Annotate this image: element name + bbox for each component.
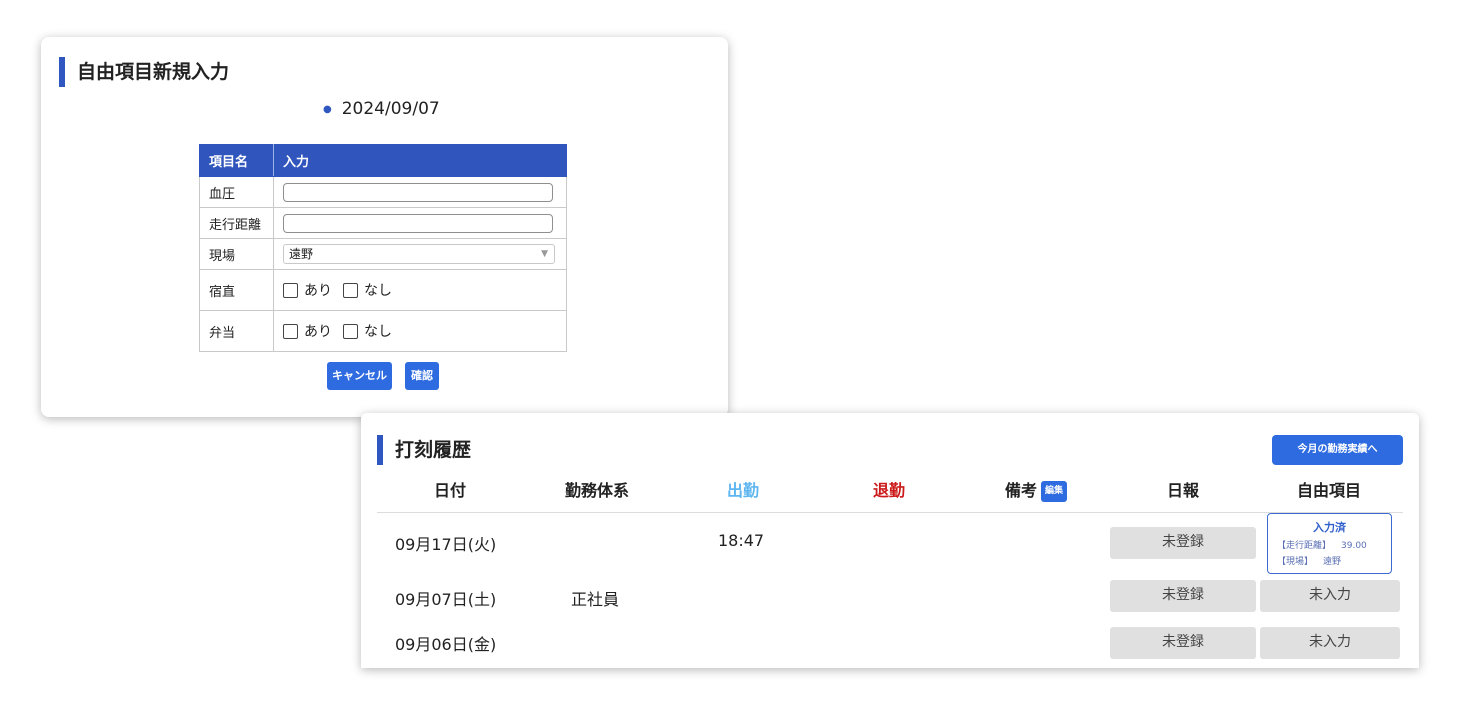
row1-clock-in: 18:47 xyxy=(718,531,765,550)
form-title: 自由項目新規入力 xyxy=(59,57,229,87)
lunch-no-checkbox[interactable] xyxy=(343,323,358,339)
detail-label: 【走行距離】 xyxy=(1277,541,1332,551)
lunch-options: あり なし xyxy=(283,321,557,341)
header-input: 入力 xyxy=(273,144,567,177)
free-items-status: 入力済 xyxy=(1313,521,1346,534)
detail-value: 39.00 xyxy=(1341,541,1367,551)
table-row: 血圧 xyxy=(199,176,567,208)
confirm-button[interactable]: 確認 xyxy=(405,362,439,390)
lunch-yes-checkbox[interactable] xyxy=(283,323,298,339)
free-item-table: 項目名 入力 血圧 走行距離 現場 遠野 ▼ 宿直 あり なし 弁当 あり なし xyxy=(199,144,567,352)
checkbox-label: あり xyxy=(304,283,332,299)
row1-daily-report-button[interactable]: 未登録 xyxy=(1110,527,1256,559)
header-item-name: 項目名 xyxy=(199,144,274,177)
free-item-form-card: 自由項目新規入力 ● 2024/09/07 項目名 入力 血圧 走行距離 現場 遠… xyxy=(41,37,728,417)
night-duty-options: あり なし xyxy=(283,280,557,300)
table-row: 走行距離 xyxy=(199,207,567,239)
row2-free-items-button[interactable]: 未入力 xyxy=(1260,580,1400,612)
monthly-record-button[interactable]: 今月の勤務実績へ xyxy=(1272,435,1403,465)
row2-work-type: 正社員 xyxy=(571,590,620,609)
edit-remarks-button[interactable]: 編集 xyxy=(1041,481,1068,502)
header-clock-in: 出勤 xyxy=(726,481,760,500)
header-clock-out: 退勤 xyxy=(872,481,906,500)
header-date: 日付 xyxy=(433,481,467,500)
header-daily-report: 日報 xyxy=(1166,481,1200,500)
night-duty-no-checkbox[interactable] xyxy=(343,282,358,298)
header-remarks: 備考 編集 xyxy=(1004,477,1068,502)
table-row: 現場 遠野 ▼ xyxy=(199,238,567,270)
form-date-value: 2024/09/07 xyxy=(341,99,440,119)
distance-input[interactable] xyxy=(283,213,553,233)
checkbox-label: なし xyxy=(364,324,392,340)
bullet-icon: ● xyxy=(323,103,332,115)
row3-free-items-button[interactable]: 未入力 xyxy=(1260,627,1400,659)
row-label-site: 現場 xyxy=(199,238,274,270)
detail-value: 遠野 xyxy=(1323,557,1342,567)
row2-date: 09月07日(土) xyxy=(395,590,497,609)
detail-label: 【現場】 xyxy=(1277,557,1314,567)
row2-daily-report-button[interactable]: 未登録 xyxy=(1110,580,1256,612)
row3-daily-report-button[interactable]: 未登録 xyxy=(1110,627,1256,659)
row-label-blood-pressure: 血圧 xyxy=(199,176,274,208)
history-title: 打刻履歴 xyxy=(377,435,471,465)
chevron-down-icon: ▼ xyxy=(541,249,548,259)
table-row: 宿直 あり なし xyxy=(199,269,567,311)
header-free-items: 自由項目 xyxy=(1296,481,1362,500)
blood-pressure-input[interactable] xyxy=(283,182,553,202)
header-work-type: 勤務体系 xyxy=(564,481,630,500)
free-item-detail: 【走行距離】 39.00 xyxy=(1268,538,1391,551)
night-duty-yes-checkbox[interactable] xyxy=(283,282,298,298)
row3-date: 09月06日(金) xyxy=(395,635,497,654)
header-remarks-label: 備考 xyxy=(1004,481,1037,500)
checkbox-label: なし xyxy=(364,283,392,299)
stamp-history-card: 打刻履歴 今月の勤務実績へ 日付 勤務体系 出勤 退勤 備考 編集 日報 自由項目… xyxy=(361,413,1419,668)
cancel-button[interactable]: キャンセル xyxy=(327,362,392,390)
row-label-night-duty: 宿直 xyxy=(199,269,274,311)
table-row: 弁当 あり なし xyxy=(199,310,567,352)
checkbox-label: あり xyxy=(304,324,332,340)
header-divider xyxy=(377,512,1403,513)
site-select-value: 遠野 xyxy=(289,247,314,261)
site-select[interactable]: 遠野 ▼ xyxy=(283,244,555,264)
free-item-detail: 【現場】 遠野 xyxy=(1268,554,1391,567)
table-header-row: 項目名 入力 xyxy=(199,144,567,177)
row-label-lunch: 弁当 xyxy=(199,310,274,352)
row-label-distance: 走行距離 xyxy=(199,207,274,239)
form-date: ● 2024/09/07 xyxy=(323,99,440,119)
row1-free-items-button[interactable]: 入力済 【走行距離】 39.00 【現場】 遠野 xyxy=(1267,513,1392,574)
row1-date: 09月17日(火) xyxy=(395,535,497,554)
